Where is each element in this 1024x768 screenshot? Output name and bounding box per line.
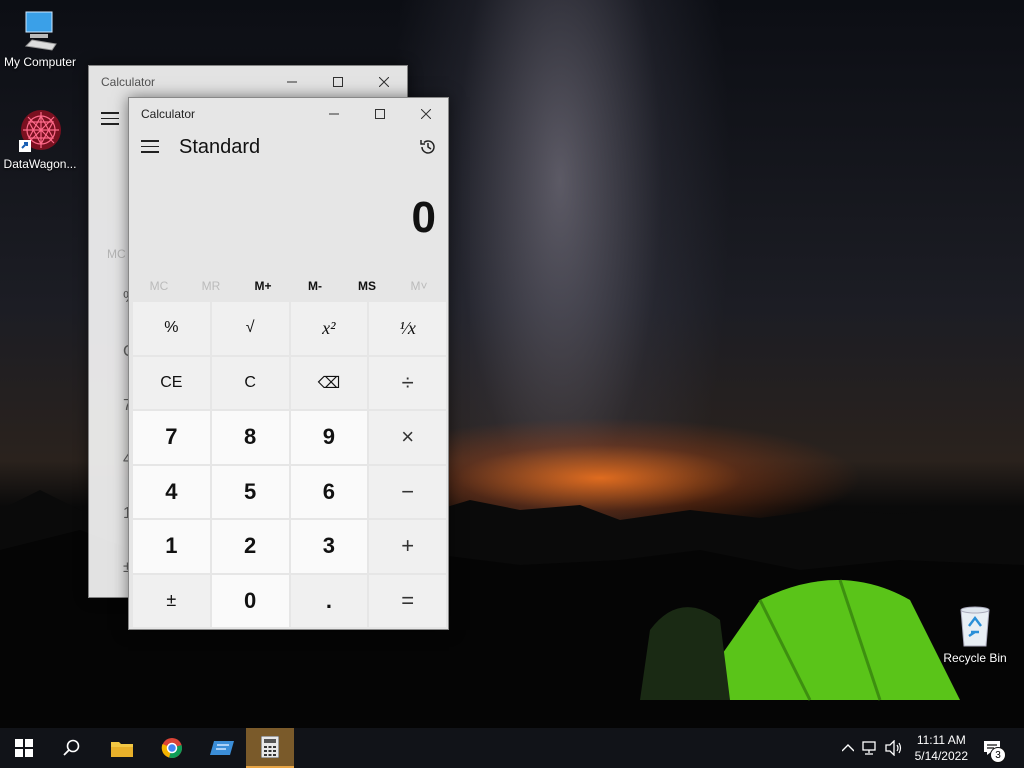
notification-count-badge: 3 bbox=[990, 747, 1006, 763]
calculator-icon bbox=[261, 736, 279, 758]
calculator-mode-title: Standard bbox=[179, 136, 261, 158]
digit-3-button[interactable]: 3 bbox=[290, 520, 368, 573]
multiply-button[interactable]: × bbox=[369, 411, 446, 464]
memory-store-button[interactable]: MS bbox=[341, 274, 393, 298]
windows-logo-icon bbox=[15, 739, 33, 757]
taskbar: 11:11 AM 5/14/2022 3 bbox=[0, 728, 1024, 768]
digit-5-button[interactable]: 5 bbox=[211, 465, 289, 518]
hamburger-menu-icon[interactable] bbox=[101, 112, 119, 126]
partial-key: % bbox=[93, 271, 137, 325]
recycle-bin-icon bbox=[960, 606, 990, 647]
decimal-button[interactable]: . bbox=[290, 574, 368, 627]
taskbar-calculator[interactable] bbox=[246, 728, 294, 768]
partial-key: 7 bbox=[93, 379, 132, 433]
desktop-icon-my-computer[interactable]: My Computer bbox=[0, 10, 80, 69]
digit-2-button[interactable]: 2 bbox=[211, 520, 289, 573]
partial-key: ± bbox=[93, 541, 132, 595]
subtract-button[interactable]: − bbox=[369, 465, 446, 518]
digit-6-button[interactable]: 6 bbox=[290, 465, 368, 518]
keypad: % √ x² ¹⁄x CE C ⌫ ÷ 7 8 9 × 4 5 6 − 1 2 … bbox=[133, 302, 446, 627]
maximize-icon bbox=[375, 109, 385, 119]
memory-recall-button[interactable]: MR bbox=[185, 274, 237, 298]
window-title: Calculator bbox=[141, 107, 196, 121]
digit-9-button[interactable]: 9 bbox=[290, 411, 368, 464]
minimize-button[interactable] bbox=[311, 98, 357, 130]
memory-clear-button[interactable]: MC bbox=[133, 274, 185, 298]
close-button[interactable] bbox=[403, 98, 449, 130]
show-hidden-icons-button[interactable] bbox=[838, 738, 858, 758]
history-icon[interactable] bbox=[418, 137, 438, 157]
partial-key: 4 bbox=[93, 433, 132, 487]
clear-button[interactable]: C bbox=[211, 356, 289, 409]
maximize-icon bbox=[333, 77, 343, 87]
close-button[interactable] bbox=[361, 66, 407, 98]
taskbar-file-explorer[interactable] bbox=[98, 728, 146, 768]
taskbar-chrome[interactable] bbox=[148, 728, 196, 768]
folder-icon bbox=[111, 742, 133, 757]
datawagon-logo-icon bbox=[19, 110, 61, 152]
clock-button[interactable]: 11:11 AM 5/14/2022 bbox=[915, 732, 968, 764]
search-icon bbox=[63, 739, 80, 756]
digit-7-button[interactable]: 7 bbox=[133, 411, 210, 464]
desktop-icon-label: DataWagon... bbox=[3, 157, 77, 171]
search-button[interactable] bbox=[48, 728, 96, 768]
result-display: 0 bbox=[411, 193, 436, 242]
reciprocal-button[interactable]: ¹⁄x bbox=[369, 302, 446, 355]
desktop-icon-label: My Computer bbox=[3, 55, 77, 69]
square-button[interactable]: x² bbox=[290, 302, 368, 355]
taskbar-app[interactable] bbox=[198, 728, 246, 768]
minimize-button[interactable] bbox=[269, 66, 315, 98]
calculator-window[interactable]: Calculator Standard 0 MC MR M+ M- MS M˅ … bbox=[128, 97, 449, 630]
clock-time: 11:11 AM bbox=[916, 733, 966, 747]
memory-add-button[interactable]: M+ bbox=[237, 274, 289, 298]
digit-8-button[interactable]: 8 bbox=[211, 411, 289, 464]
add-button[interactable]: + bbox=[369, 520, 446, 573]
desktop-icon-recycle-bin[interactable]: Recycle Bin bbox=[935, 602, 1015, 665]
memory-clear-label: MC bbox=[107, 247, 126, 261]
minimize-icon bbox=[329, 113, 339, 115]
title-bar[interactable]: Calculator bbox=[129, 98, 448, 130]
start-button[interactable] bbox=[0, 728, 48, 768]
network-icon bbox=[862, 741, 876, 755]
equals-button[interactable]: = bbox=[369, 574, 446, 627]
clear-entry-button[interactable]: CE bbox=[133, 356, 210, 409]
negate-button[interactable]: ± bbox=[133, 574, 210, 627]
partial-key: 1 bbox=[93, 487, 132, 541]
hamburger-menu-icon[interactable] bbox=[141, 140, 159, 154]
calculator-header: Standard bbox=[129, 130, 448, 166]
digit-4-button[interactable]: 4 bbox=[133, 465, 210, 518]
desktop-icon-datawagon[interactable]: DataWagon... bbox=[0, 108, 80, 171]
partial-key: C bbox=[93, 325, 135, 379]
maximize-button[interactable] bbox=[357, 98, 403, 130]
maximize-button[interactable] bbox=[315, 66, 361, 98]
chrome-icon bbox=[161, 738, 182, 758]
divide-button[interactable]: ÷ bbox=[369, 356, 446, 409]
desktop-icon-label: Recycle Bin bbox=[943, 651, 1007, 665]
memory-subtract-button[interactable]: M- bbox=[289, 274, 341, 298]
backspace-button[interactable]: ⌫ bbox=[290, 356, 368, 409]
app-window-icon bbox=[210, 741, 234, 755]
window-title: Calculator bbox=[101, 75, 156, 89]
network-tray-button[interactable] bbox=[861, 738, 881, 758]
minimize-icon bbox=[287, 81, 297, 83]
title-bar[interactable]: Calculator bbox=[89, 66, 407, 98]
digit-1-button[interactable]: 1 bbox=[133, 520, 210, 573]
memory-row: MC MR M+ M- MS M˅ bbox=[133, 274, 445, 298]
close-icon bbox=[379, 77, 389, 87]
percent-button[interactable]: % bbox=[133, 302, 210, 355]
digit-0-button[interactable]: 0 bbox=[211, 574, 289, 627]
partial-keypad-column: % C 7 4 1 ± bbox=[93, 271, 137, 595]
square-root-button[interactable]: √ bbox=[211, 302, 289, 355]
computer-icon bbox=[24, 11, 57, 51]
volume-tray-button[interactable] bbox=[884, 738, 904, 758]
chevron-up-icon bbox=[842, 744, 854, 752]
clock-date: 5/14/2022 bbox=[914, 749, 968, 763]
speaker-icon bbox=[885, 740, 902, 756]
close-icon bbox=[421, 109, 431, 119]
memory-list-button[interactable]: M˅ bbox=[393, 274, 445, 298]
